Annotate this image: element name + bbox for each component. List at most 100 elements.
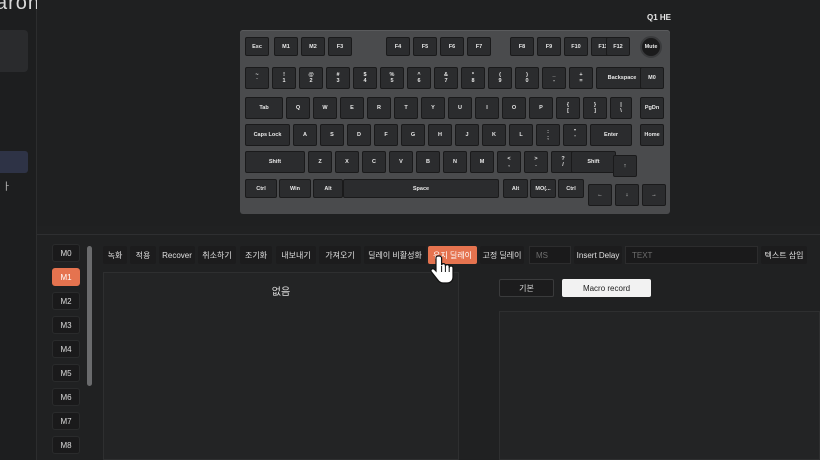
key-3-4[interactable]: F: [374, 124, 398, 146]
macro-item-m1[interactable]: M1: [52, 268, 80, 286]
key-5-5[interactable]: MO(...: [530, 179, 556, 198]
key-4-8[interactable]: < ,: [497, 151, 521, 173]
key-3-9[interactable]: L: [509, 124, 533, 146]
key-2-10[interactable]: P: [529, 97, 553, 119]
key-3-0[interactable]: Caps Lock: [245, 124, 290, 146]
key-5-8[interactable]: ↓: [615, 184, 639, 206]
reset-button[interactable]: 조기화: [240, 246, 272, 264]
key-0-7[interactable]: F7: [467, 37, 491, 56]
macro-item-m4[interactable]: M4: [52, 340, 80, 358]
key-1-7[interactable]: & 7: [434, 67, 458, 89]
key-0-8[interactable]: F8: [510, 37, 534, 56]
key-4-11[interactable]: Shift: [571, 151, 616, 173]
key-4-9[interactable]: > .: [524, 151, 548, 173]
knob-mute[interactable]: Mute: [640, 36, 662, 58]
key-0-6[interactable]: F6: [440, 37, 464, 56]
key-5-6[interactable]: Ctrl: [558, 179, 584, 198]
key-0-5[interactable]: F5: [413, 37, 437, 56]
key-0-12[interactable]: F12: [606, 37, 630, 56]
fixed-delay-button[interactable]: 고정 딜레이: [480, 246, 524, 264]
key-1-0[interactable]: ~ `: [245, 67, 269, 89]
key-0-1[interactable]: M1: [274, 37, 298, 56]
key-2-3[interactable]: E: [340, 97, 364, 119]
macro-item-m7[interactable]: M7: [52, 412, 80, 430]
macro-item-m2[interactable]: M2: [52, 292, 80, 310]
macro-item-m3[interactable]: M3: [52, 316, 80, 334]
macro-item-m6[interactable]: M6: [52, 388, 80, 406]
key-4-5[interactable]: B: [416, 151, 440, 173]
export-button[interactable]: 내보내기: [276, 246, 316, 264]
sidebar-panel[interactable]: [0, 30, 28, 72]
undo-button[interactable]: 취소하기: [198, 246, 236, 264]
key-4-4[interactable]: V: [389, 151, 413, 173]
key-1-5[interactable]: % 5: [380, 67, 404, 89]
macro-item-m0[interactable]: M0: [52, 244, 80, 262]
tab-macro-record[interactable]: Macro record: [562, 279, 651, 297]
text-input[interactable]: TEXT: [625, 246, 758, 264]
key-0-9[interactable]: F9: [537, 37, 561, 56]
key-1-3[interactable]: # 3: [326, 67, 350, 89]
key-2-13[interactable]: | \: [610, 97, 632, 119]
key-5-4[interactable]: Alt: [503, 179, 528, 198]
key-3-6[interactable]: H: [428, 124, 452, 146]
key-1-11[interactable]: _ -: [542, 67, 566, 89]
key-0-2[interactable]: M2: [301, 37, 325, 56]
key-2-1[interactable]: Q: [286, 97, 310, 119]
key-4-7[interactable]: M: [470, 151, 494, 173]
key-4-3[interactable]: C: [362, 151, 386, 173]
key-2-5[interactable]: T: [394, 97, 418, 119]
key-3-12[interactable]: Enter: [590, 124, 632, 146]
key-1-1[interactable]: ! 1: [272, 67, 296, 89]
key-5-1[interactable]: Win: [279, 179, 311, 198]
key-1-8[interactable]: * 8: [461, 67, 485, 89]
macro-item-m8[interactable]: M8: [52, 436, 80, 454]
key-3-11[interactable]: " ': [563, 124, 587, 146]
key-1-10[interactable]: ) 0: [515, 67, 539, 89]
key-3-8[interactable]: K: [482, 124, 506, 146]
key-2-4[interactable]: R: [367, 97, 391, 119]
key-2-0[interactable]: Tab: [245, 97, 283, 119]
key-4-0[interactable]: Shift: [245, 151, 305, 173]
key-2-11[interactable]: { [: [556, 97, 580, 119]
sidebar-item-active[interactable]: [0, 151, 28, 173]
key-3-3[interactable]: D: [347, 124, 371, 146]
tab-basic[interactable]: 기본: [499, 279, 554, 297]
key-0-0[interactable]: Esc: [245, 37, 269, 56]
key-2-2[interactable]: W: [313, 97, 337, 119]
key-3-13[interactable]: Home: [640, 124, 664, 146]
macro-item-m5[interactable]: M5: [52, 364, 80, 382]
key-3-7[interactable]: J: [455, 124, 479, 146]
key-5-9[interactable]: →: [642, 184, 666, 206]
key-2-8[interactable]: I: [475, 97, 499, 119]
key-3-5[interactable]: G: [401, 124, 425, 146]
key-2-12[interactable]: } ]: [583, 97, 607, 119]
delay-ms-input[interactable]: MS: [529, 246, 571, 264]
key-2-14[interactable]: PgDn: [640, 97, 664, 119]
key-5-0[interactable]: Ctrl: [245, 179, 277, 198]
key-2-7[interactable]: U: [448, 97, 472, 119]
key-4-2[interactable]: X: [335, 151, 359, 173]
disable-delay-button[interactable]: 딜레이 비활성화: [364, 246, 426, 264]
macro-list-scrollbar[interactable]: [87, 246, 92, 386]
key-4-6[interactable]: N: [443, 151, 467, 173]
key-3-2[interactable]: S: [320, 124, 344, 146]
key-2-9[interactable]: O: [502, 97, 526, 119]
key-3-1[interactable]: A: [293, 124, 317, 146]
key-1-4[interactable]: $ 4: [353, 67, 377, 89]
insert-delay-button[interactable]: Insert Delay: [574, 246, 622, 264]
record-button[interactable]: 녹화: [103, 246, 127, 264]
key-1-9[interactable]: ( 9: [488, 67, 512, 89]
key-0-3[interactable]: F3: [328, 37, 352, 56]
key-5-2[interactable]: Alt: [313, 179, 343, 198]
key-1-6[interactable]: ^ 6: [407, 67, 431, 89]
key-5-7[interactable]: ←: [588, 184, 612, 206]
key-1-14[interactable]: M0: [640, 67, 664, 89]
key-5-3[interactable]: Space: [343, 179, 499, 198]
key-1-12[interactable]: + =: [569, 67, 593, 89]
key-1-2[interactable]: @ 2: [299, 67, 323, 89]
key-4-1[interactable]: Z: [308, 151, 332, 173]
key-3-10[interactable]: : ;: [536, 124, 560, 146]
key-0-10[interactable]: F10: [564, 37, 588, 56]
insert-text-button[interactable]: 텍스트 삽입: [761, 246, 807, 264]
import-button[interactable]: 가져오기: [319, 246, 361, 264]
